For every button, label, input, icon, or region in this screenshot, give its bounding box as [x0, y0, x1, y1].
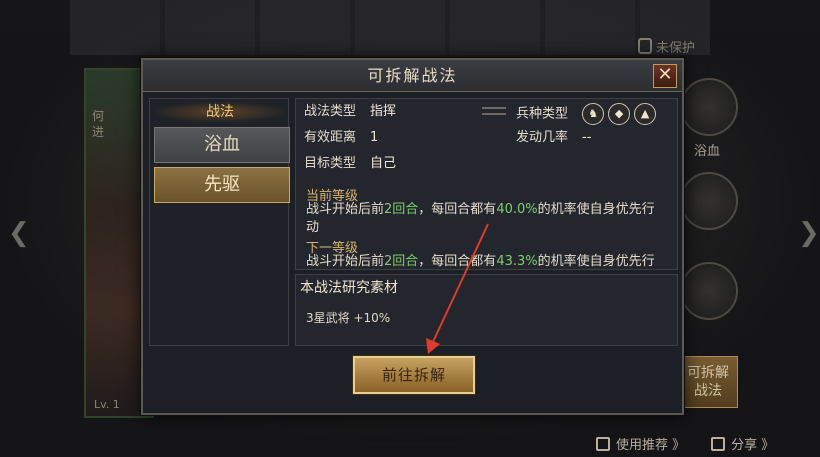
side-skill-slot-1[interactable]	[680, 78, 738, 136]
current-desc-rate: 40.0%	[496, 202, 538, 217]
side-decompose-label-1: 可拆解	[687, 365, 729, 381]
skill-detail-panel: 战法类型 指挥 兵种类型 ♞ ◆ ▲ 有效距离 1 发动几率 -- 目标类型 自己 当前等级…	[295, 98, 678, 346]
troop-type-label: 兵种类型	[516, 106, 569, 122]
side-decompose-label-2: 战法	[694, 383, 722, 399]
side-skill-label: 浴血	[694, 144, 721, 159]
go-decompose-button[interactable]: 前往拆解	[353, 356, 475, 394]
next-arrow-icon[interactable]: ❯	[798, 218, 820, 248]
current-desc-pre: 战斗开始后前	[306, 202, 385, 217]
skill-tab-xianqu[interactable]: 先驱	[154, 167, 290, 203]
range-label: 有效距离	[304, 130, 357, 145]
range-row: 有效距离 1	[304, 129, 378, 147]
skill-type-row: 战法类型 指挥	[304, 103, 396, 121]
skill-type-label: 战法类型	[304, 104, 357, 119]
recommend-link[interactable]: 使用推荐 》	[596, 434, 685, 453]
skill-list-panel: 战法 浴血 先驱	[149, 98, 290, 346]
research-material-title: 本战法研究素材	[300, 280, 398, 296]
cavalry-icon: ♞	[582, 103, 605, 125]
share-icon	[711, 436, 726, 451]
skill-info-box: 战法类型 指挥 兵种类型 ♞ ◆ ▲ 有效距离 1 发动几率 -- 目标类型 自己 当前等级…	[295, 98, 678, 270]
archer-icon: ▲	[634, 103, 657, 125]
share-link[interactable]: 分享 》	[711, 434, 774, 453]
next-desc-rate: 43.3%	[496, 254, 538, 269]
prev-arrow-icon[interactable]: ❮	[8, 218, 30, 248]
skill-type-value: 指挥	[370, 104, 397, 119]
side-skill-slot-3[interactable]	[680, 262, 738, 320]
next-desc-mid: ，每回合都有	[418, 254, 497, 269]
target-type-row: 目标类型 自己	[304, 155, 396, 173]
next-level-desc: 战斗开始后前2回合，每回合都有43.3%的机率使自身优先行	[306, 253, 676, 269]
general-card-name: 何进	[92, 109, 105, 139]
next-desc-rounds: 2回合	[384, 254, 419, 269]
close-icon: ✕	[657, 64, 673, 85]
trigger-rate-value: --	[582, 130, 592, 145]
target-type-value: 自己	[370, 156, 397, 171]
recommend-label: 使用推荐 》	[616, 438, 686, 453]
shield-troop-icon: ◆	[608, 103, 631, 125]
decompose-skill-dialog: 可拆解战法 ✕ 战法 浴血 先驱 战法类型 指挥 兵种类型 ♞ ◆ ▲ 有效距离 1 发…	[141, 58, 684, 415]
range-value: 1	[370, 130, 379, 145]
trigger-rate-label: 发动几率	[516, 130, 569, 145]
close-button[interactable]: ✕	[653, 64, 677, 88]
protect-status-label: 未保护	[656, 40, 696, 56]
target-type-label: 目标类型	[304, 156, 357, 171]
current-desc-wrap: 动	[306, 220, 320, 235]
current-desc-mid: ，每回合都有	[418, 202, 497, 217]
skill-list-header: 战法	[150, 101, 290, 123]
wing-ornament-icon	[482, 107, 506, 115]
troop-type-row: 兵种类型 ♞ ◆ ▲	[516, 103, 657, 125]
research-material-item: 3星武将 +10%	[306, 311, 391, 325]
background-top-strip	[70, 0, 710, 55]
lock-icon	[638, 38, 652, 54]
research-material-box: 本战法研究素材 3星武将 +10%	[295, 274, 678, 346]
bottom-action-bar: 使用推荐 》 分享 》	[596, 434, 774, 453]
side-decompose-button[interactable]: 可拆解 战法	[678, 356, 738, 408]
share-label: 分享 》	[731, 438, 775, 453]
next-desc-post: 的机率使自身优先行	[537, 254, 655, 269]
side-skill-slot-2[interactable]	[680, 172, 738, 230]
book-icon	[596, 436, 610, 451]
current-desc-post: 的机率使自身优先行	[537, 202, 655, 217]
trigger-rate-row: 发动几率 --	[516, 129, 591, 147]
general-card-level: Lv. 1	[94, 398, 120, 411]
current-level-desc: 战斗开始后前2回合，每回合都有40.0%的机率使自身优先行动	[306, 201, 676, 237]
next-desc-pre: 战斗开始后前	[306, 254, 385, 269]
skill-tab-yuxue[interactable]: 浴血	[154, 127, 290, 163]
current-desc-rounds: 2回合	[384, 202, 419, 217]
protect-status[interactable]: 未保护	[638, 36, 695, 56]
dialog-title: 可拆解战法	[143, 60, 682, 92]
